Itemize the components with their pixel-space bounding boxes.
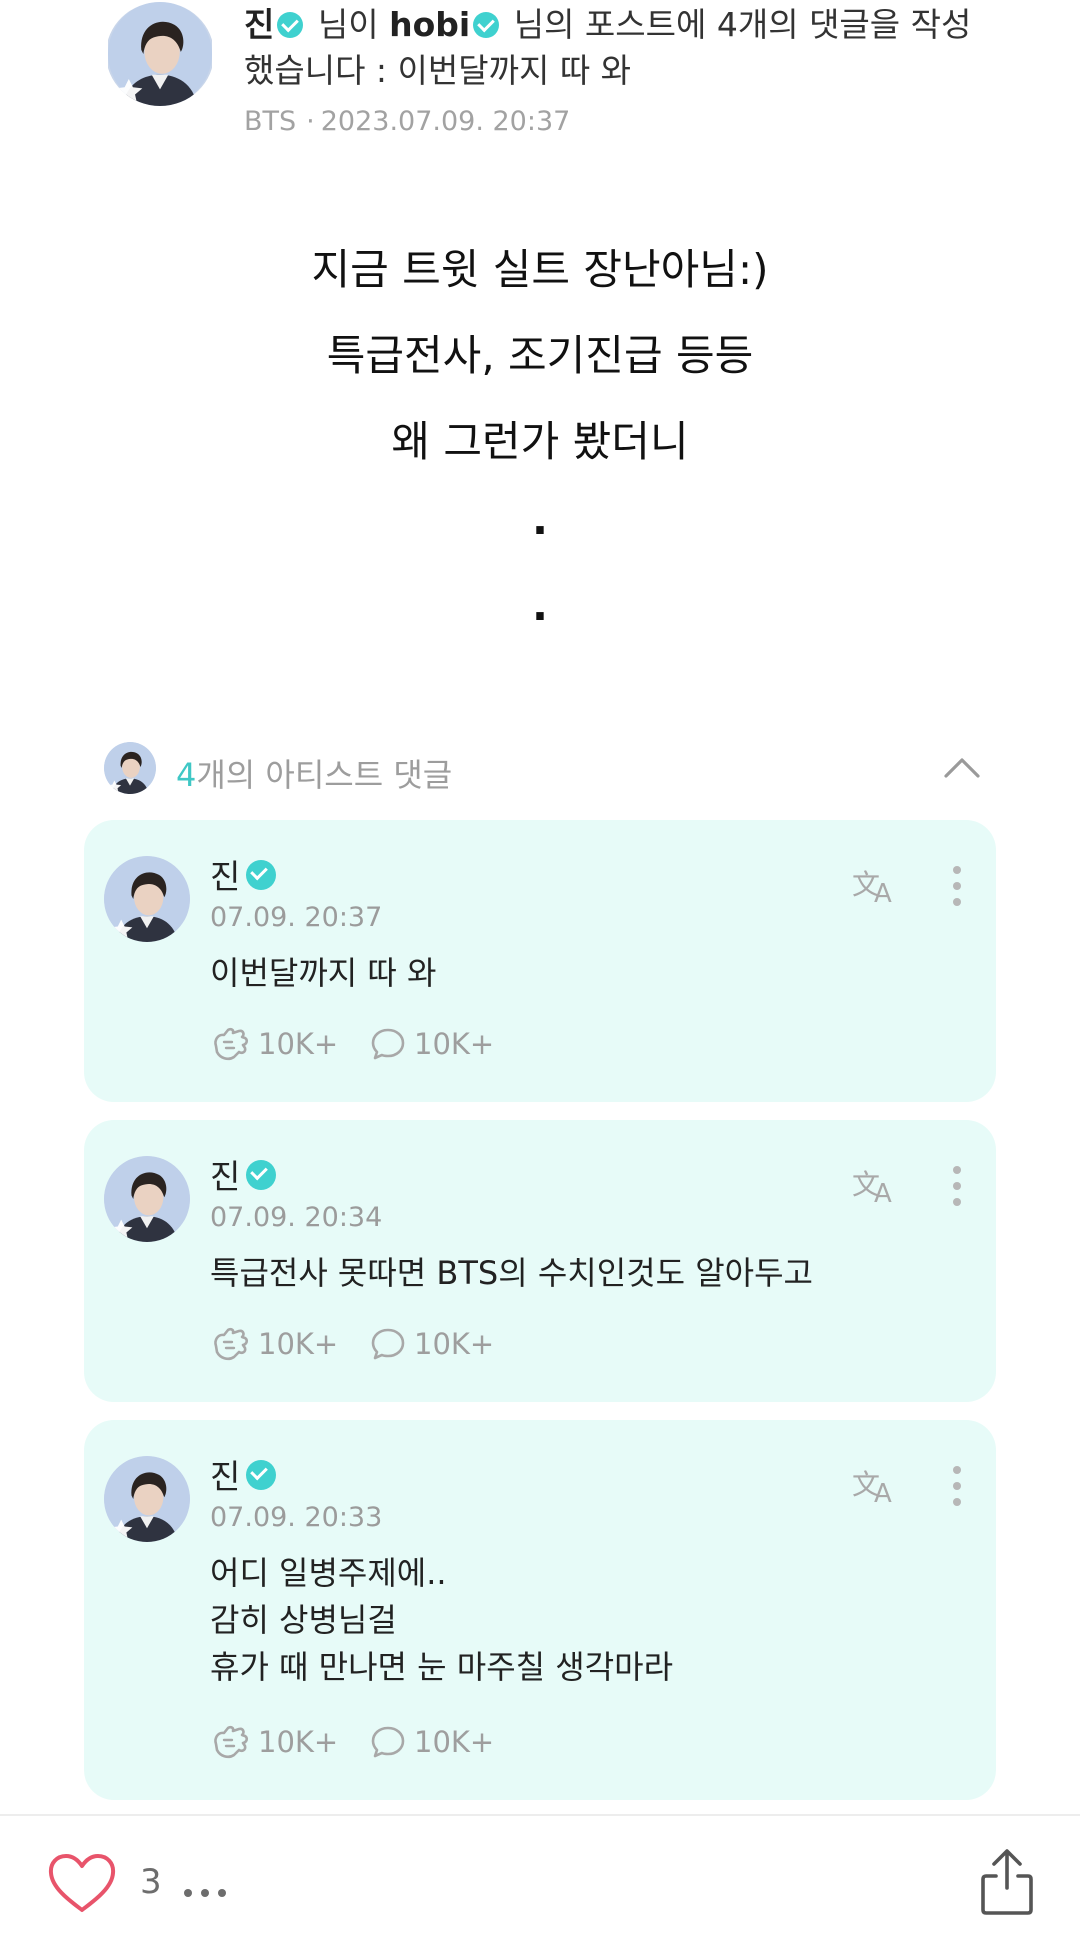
more-horizontal-icon[interactable] bbox=[184, 1882, 238, 1897]
svg-text:A: A bbox=[874, 879, 892, 906]
artist-comments-count: 4 bbox=[176, 756, 197, 794]
notification-header: 진 님이 hobi 님의 포스트에 4개의 댓글을 작성 했습니다 : 이번달까… bbox=[0, 0, 1080, 160]
comment-bubble-icon bbox=[371, 1328, 405, 1360]
verified-badge-icon bbox=[246, 1160, 277, 1190]
artist-comments-label: 개의 아티스트 댓글 bbox=[196, 756, 453, 794]
verified-badge-icon bbox=[246, 1460, 277, 1490]
commenter-avatar[interactable] bbox=[104, 856, 190, 942]
reply-button[interactable]: 10K+ bbox=[370, 1024, 494, 1064]
post-like-count: 3 bbox=[140, 1862, 162, 1902]
more-vertical-icon[interactable] bbox=[950, 1166, 964, 1206]
comment-time: 07.09. 20:33 bbox=[210, 1502, 383, 1533]
svg-text:A: A bbox=[874, 1479, 892, 1506]
post-body: 지금 트윗 실트 장난아님:) 특급전사, 조기진급 등등 왜 그런가 봤더니 … bbox=[0, 232, 1080, 662]
bottom-action-bar: 3 bbox=[0, 1814, 1080, 1947]
comment-author[interactable]: 진 bbox=[210, 1450, 280, 1498]
notification-text: 진 님이 hobi 님의 포스트에 4개의 댓글을 작성 했습니다 : 이번달까… bbox=[244, 2, 1004, 94]
like-count: 10K+ bbox=[258, 1027, 339, 1061]
comment-card: 진 07.09. 20:34 文A 특급전사 못따면 BTS의 수치인것도 알아… bbox=[84, 1120, 996, 1402]
comment-line: 특급전사 못따면 BTS의 수치인것도 알아두고 bbox=[210, 1254, 813, 1292]
reply-count: 10K+ bbox=[414, 1725, 495, 1759]
verified-badge-icon bbox=[473, 12, 500, 38]
translate-icon[interactable]: 文A bbox=[852, 1164, 902, 1209]
comment-author-name: 진 bbox=[210, 1157, 241, 1196]
commenter-avatar[interactable] bbox=[104, 1156, 190, 1242]
author-avatar[interactable] bbox=[106, 2, 214, 106]
author-name[interactable]: 진 bbox=[244, 5, 274, 44]
cheer-hand-icon bbox=[214, 1725, 249, 1759]
notification-text-part: 님의 포스트에 4개의 댓글을 작성 bbox=[513, 5, 972, 44]
comment-card: 진 07.09. 20:33 文A 어디 일병주제에.. 감히 상병님걸 휴가 … bbox=[84, 1420, 996, 1800]
verified-badge-icon bbox=[277, 12, 304, 38]
share-icon[interactable] bbox=[978, 1846, 1036, 1918]
meta-separator: · bbox=[306, 106, 315, 137]
comment-author[interactable]: 진 bbox=[210, 1150, 280, 1198]
chevron-up-icon[interactable] bbox=[940, 748, 984, 784]
comment-time: 07.09. 20:37 bbox=[210, 902, 383, 933]
reply-button[interactable]: 10K+ bbox=[370, 1722, 494, 1762]
more-vertical-icon[interactable] bbox=[950, 866, 964, 906]
verified-badge-icon bbox=[246, 860, 277, 890]
post-line: . bbox=[532, 495, 548, 544]
comment-line: 감히 상병님걸 bbox=[210, 1601, 397, 1639]
comment-author[interactable]: 진 bbox=[210, 850, 280, 898]
reply-button[interactable]: 10K+ bbox=[370, 1324, 494, 1364]
like-button[interactable]: 10K+ bbox=[210, 1324, 338, 1364]
comment-time: 07.09. 20:34 bbox=[210, 1202, 383, 1233]
cheer-hand-icon bbox=[214, 1027, 249, 1061]
comment-text: 특급전사 못따면 BTS의 수치인것도 알아두고 bbox=[210, 1250, 813, 1297]
artist-avatar bbox=[104, 742, 156, 794]
like-count: 10K+ bbox=[258, 1327, 339, 1361]
comment-author-name: 진 bbox=[210, 857, 241, 896]
cheer-hand-icon bbox=[214, 1327, 249, 1361]
comment-line: 어디 일병주제에.. bbox=[210, 1554, 447, 1592]
post-line: 왜 그런가 봤더니 bbox=[391, 417, 689, 466]
post-line: . bbox=[532, 581, 548, 630]
target-name[interactable]: hobi bbox=[389, 5, 470, 44]
reply-count: 10K+ bbox=[414, 1027, 495, 1061]
comment-text: 이번달까지 따 와 bbox=[210, 950, 436, 997]
post-meta: BTS · 2023.07.09. 20:37 bbox=[244, 106, 570, 137]
commenter-avatar[interactable] bbox=[104, 1456, 190, 1542]
community-name[interactable]: BTS bbox=[244, 106, 296, 137]
more-vertical-icon[interactable] bbox=[950, 1466, 964, 1506]
translate-icon[interactable]: 文A bbox=[852, 1464, 902, 1509]
comment-bubble-icon bbox=[371, 1028, 405, 1060]
like-button[interactable]: 10K+ bbox=[210, 1024, 338, 1064]
comment-line: 이번달까지 따 와 bbox=[210, 954, 437, 992]
artist-comments-title: 4개의 아티스트 댓글 bbox=[176, 750, 452, 796]
post-line: 지금 트윗 실트 장난아님:) bbox=[311, 245, 769, 294]
reply-count: 10K+ bbox=[414, 1327, 495, 1361]
comment-card: 진 07.09. 20:37 文A 이번달까지 따 와 10K+ 10K+ bbox=[84, 820, 996, 1102]
comment-line: 휴가 때 만나면 눈 마주칠 생각마라 bbox=[210, 1648, 674, 1686]
heart-outline-icon[interactable] bbox=[46, 1852, 118, 1916]
notification-text-part: 했습니다 : 이번달까지 따 와 bbox=[244, 51, 632, 90]
post-line: 특급전사, 조기진급 등등 bbox=[326, 331, 754, 380]
comment-bubble-icon bbox=[371, 1726, 405, 1758]
svg-text:A: A bbox=[874, 1179, 892, 1206]
translate-icon[interactable]: 文A bbox=[852, 864, 902, 909]
comment-text: 어디 일병주제에.. 감히 상병님걸 휴가 때 만나면 눈 마주칠 생각마라 bbox=[210, 1550, 673, 1691]
notification-text-part: 님이 bbox=[317, 5, 379, 44]
artist-comments-header[interactable]: 4개의 아티스트 댓글 bbox=[104, 740, 984, 798]
post-datetime: 2023.07.09. 20:37 bbox=[320, 106, 571, 137]
like-button[interactable]: 10K+ bbox=[210, 1722, 338, 1762]
like-count: 10K+ bbox=[258, 1725, 339, 1759]
comment-author-name: 진 bbox=[210, 1457, 241, 1496]
